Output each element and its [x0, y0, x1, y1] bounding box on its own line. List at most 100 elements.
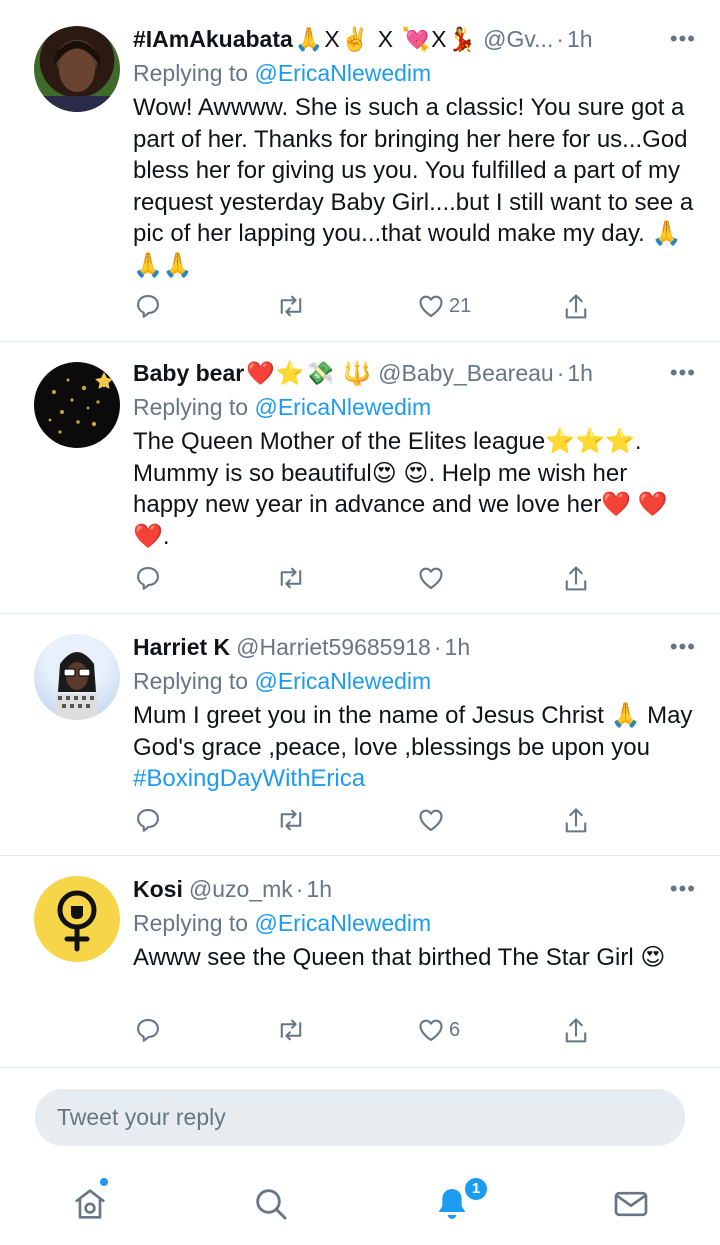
tweet-text-content: Wow! Awwww. She is such a classic! You s…	[133, 94, 694, 279]
like-button[interactable]: 6	[417, 1016, 460, 1044]
tweet-text-content: Awww see the Queen that birthed The Star…	[133, 944, 666, 971]
reply-icon	[137, 809, 159, 832]
retweet-icon	[280, 809, 302, 831]
replying-to: Replying to @EricaNlewedim	[133, 56, 696, 90]
replying-to: Replying to @EricaNlewedim	[133, 664, 696, 698]
retweet-icon	[280, 1019, 302, 1041]
display-name[interactable]: Kosi	[133, 876, 183, 903]
mail-icon	[614, 1191, 648, 1217]
tweet-actions	[0, 564, 720, 604]
tab-search[interactable]	[251, 1184, 291, 1224]
tweet-actions: 6	[0, 1016, 720, 1056]
retweet-icon	[280, 295, 302, 317]
separator-dot: ·	[295, 875, 304, 902]
like-button[interactable]	[417, 806, 449, 834]
tweet-4[interactable]: Kosi @uzo_mk · 1h ••• Replying to @Erica…	[0, 856, 720, 1068]
retweet-button[interactable]	[276, 292, 306, 320]
like-icon	[419, 567, 443, 589]
share-button[interactable]	[562, 292, 590, 322]
replying-to-label: Replying to	[133, 668, 249, 694]
like-icon	[419, 1019, 443, 1041]
more-options-icon[interactable]: •••	[670, 630, 696, 664]
like-icon	[419, 295, 443, 317]
retweet-icon	[280, 567, 302, 589]
user-handle[interactable]: @Harriet59685918	[236, 634, 431, 661]
separator-dot: ·	[556, 25, 565, 52]
home-unread-dot	[98, 1176, 110, 1188]
avatar[interactable]	[34, 26, 120, 112]
display-name[interactable]: #IAmAkuabata	[133, 26, 293, 53]
tab-home[interactable]	[70, 1184, 110, 1224]
reply-button[interactable]	[134, 292, 162, 320]
reply-button[interactable]	[134, 806, 162, 834]
more-options-icon[interactable]: •••	[670, 22, 696, 56]
retweet-button[interactable]	[276, 1016, 306, 1044]
like-icon	[419, 809, 443, 831]
reply-button[interactable]	[134, 564, 162, 592]
like-button[interactable]	[417, 564, 449, 592]
avatar[interactable]	[34, 876, 120, 962]
share-icon	[565, 566, 587, 591]
tweet-header: #IAmAkuabata 🙏X✌️ X 💘X💃 @Gv... · 1h	[133, 22, 696, 56]
name-emojis: ❤️⭐💸 🔱	[246, 359, 373, 386]
replying-to: Replying to @EricaNlewedim	[133, 390, 696, 424]
search-icon	[256, 1189, 287, 1220]
user-handle[interactable]: @Baby_Beareau	[378, 360, 554, 387]
like-count: 6	[449, 1018, 461, 1041]
tweet-text: Wow! Awwww. She is such a classic! You s…	[133, 92, 696, 281]
more-options-icon[interactable]: •••	[670, 872, 696, 906]
tweet-3[interactable]: Harriet K @Harriet59685918 · 1h ••• Repl…	[0, 614, 720, 856]
replying-to: Replying to @EricaNlewedim	[133, 906, 696, 940]
mention-link[interactable]: @EricaNlewedim	[254, 60, 431, 86]
avatar-photo	[57, 890, 97, 952]
bottom-tab-bar	[0, 1160, 720, 1245]
hashtag-link[interactable]: #BoxingDayWithErica	[133, 765, 365, 792]
retweet-button[interactable]	[276, 806, 306, 834]
like-button[interactable]: 21	[417, 292, 471, 320]
retweet-button[interactable]	[276, 564, 306, 592]
reply-icon	[137, 567, 159, 590]
notifications-badge: 1	[463, 1176, 489, 1202]
timestamp[interactable]: 1h	[306, 876, 332, 903]
share-button[interactable]	[562, 806, 590, 836]
avatar-photo	[56, 652, 98, 720]
display-name[interactable]: Harriet K	[133, 634, 230, 661]
avatar-photo	[34, 41, 120, 112]
reply-icon	[137, 295, 159, 318]
separator-dot: ·	[433, 633, 442, 660]
user-handle[interactable]: @Gv...	[483, 26, 553, 53]
share-button[interactable]	[562, 1016, 590, 1046]
replying-to-label: Replying to	[133, 910, 249, 936]
name-emojis: 🙏X✌️ X 💘X💃	[294, 25, 478, 52]
reply-composer[interactable]	[35, 1089, 685, 1146]
tweet-actions: 21	[0, 292, 720, 332]
tweet-actions	[0, 806, 720, 846]
timestamp[interactable]: 1h	[567, 360, 593, 387]
avatar[interactable]	[34, 634, 120, 720]
user-handle[interactable]: @uzo_mk	[189, 876, 293, 903]
timestamp[interactable]: 1h	[445, 634, 471, 661]
reply-button[interactable]	[134, 1016, 162, 1044]
mention-link[interactable]: @EricaNlewedim	[254, 910, 431, 936]
replying-to-label: Replying to	[133, 394, 249, 420]
avatar-photo	[48, 372, 113, 434]
tweet-text-content: The Queen Mother of the Elites league⭐⭐⭐…	[133, 428, 668, 550]
tweet-text-content: Mum I greet you in the name of Jesus Chr…	[133, 702, 693, 761]
tweet-text: Awww see the Queen that birthed The Star…	[133, 942, 696, 974]
timestamp[interactable]: 1h	[567, 26, 593, 53]
tab-messages[interactable]	[611, 1184, 651, 1224]
share-icon	[565, 808, 587, 833]
share-icon	[565, 294, 587, 319]
share-button[interactable]	[562, 564, 590, 594]
tweet-1[interactable]: #IAmAkuabata 🙏X✌️ X 💘X💃 @Gv... · 1h ••• …	[0, 0, 720, 342]
replying-to-label: Replying to	[133, 60, 249, 86]
avatar[interactable]	[34, 362, 120, 448]
more-options-icon[interactable]: •••	[670, 356, 696, 390]
display-name[interactable]: Baby bear	[133, 360, 244, 387]
like-count: 21	[449, 294, 472, 317]
reply-input[interactable]	[35, 1089, 685, 1146]
reply-icon	[137, 1019, 159, 1042]
mention-link[interactable]: @EricaNlewedim	[254, 668, 431, 694]
tweet-2[interactable]: Baby bear ❤️⭐💸 🔱 @Baby_Beareau · 1h ••• …	[0, 342, 720, 614]
mention-link[interactable]: @EricaNlewedim	[254, 394, 431, 420]
